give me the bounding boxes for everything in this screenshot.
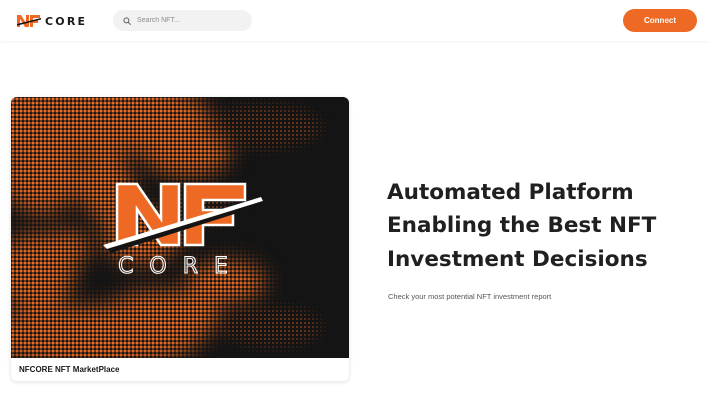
hero-title-line: Investment Decisions [387,246,648,272]
card-caption[interactable]: NFCORE NFT MarketPlace [19,365,119,374]
connect-button[interactable]: Connect [623,9,697,32]
hero-title-line: Automated Platform [387,180,634,205]
top-navbar: CORE Connect [0,0,710,41]
hero-title-line: Enabling the Best NFT [387,213,657,239]
search-input[interactable] [137,10,247,31]
search-box[interactable] [113,10,252,31]
hero-title: Automated Platform Enabling the Best NFT… [387,176,697,276]
logo-wordmark: CORE [45,15,88,28]
nf-logo-icon [17,14,41,28]
nft-card[interactable]: CORE NFCORE NFT MarketPlace [11,97,349,381]
brand-logo[interactable]: CORE [17,12,87,30]
hero-subtitle: Check your most potential NFT investment… [388,292,552,301]
search-icon [123,16,131,25]
card-art-word: CORE [118,254,244,279]
nft-card-image: CORE [11,97,349,358]
